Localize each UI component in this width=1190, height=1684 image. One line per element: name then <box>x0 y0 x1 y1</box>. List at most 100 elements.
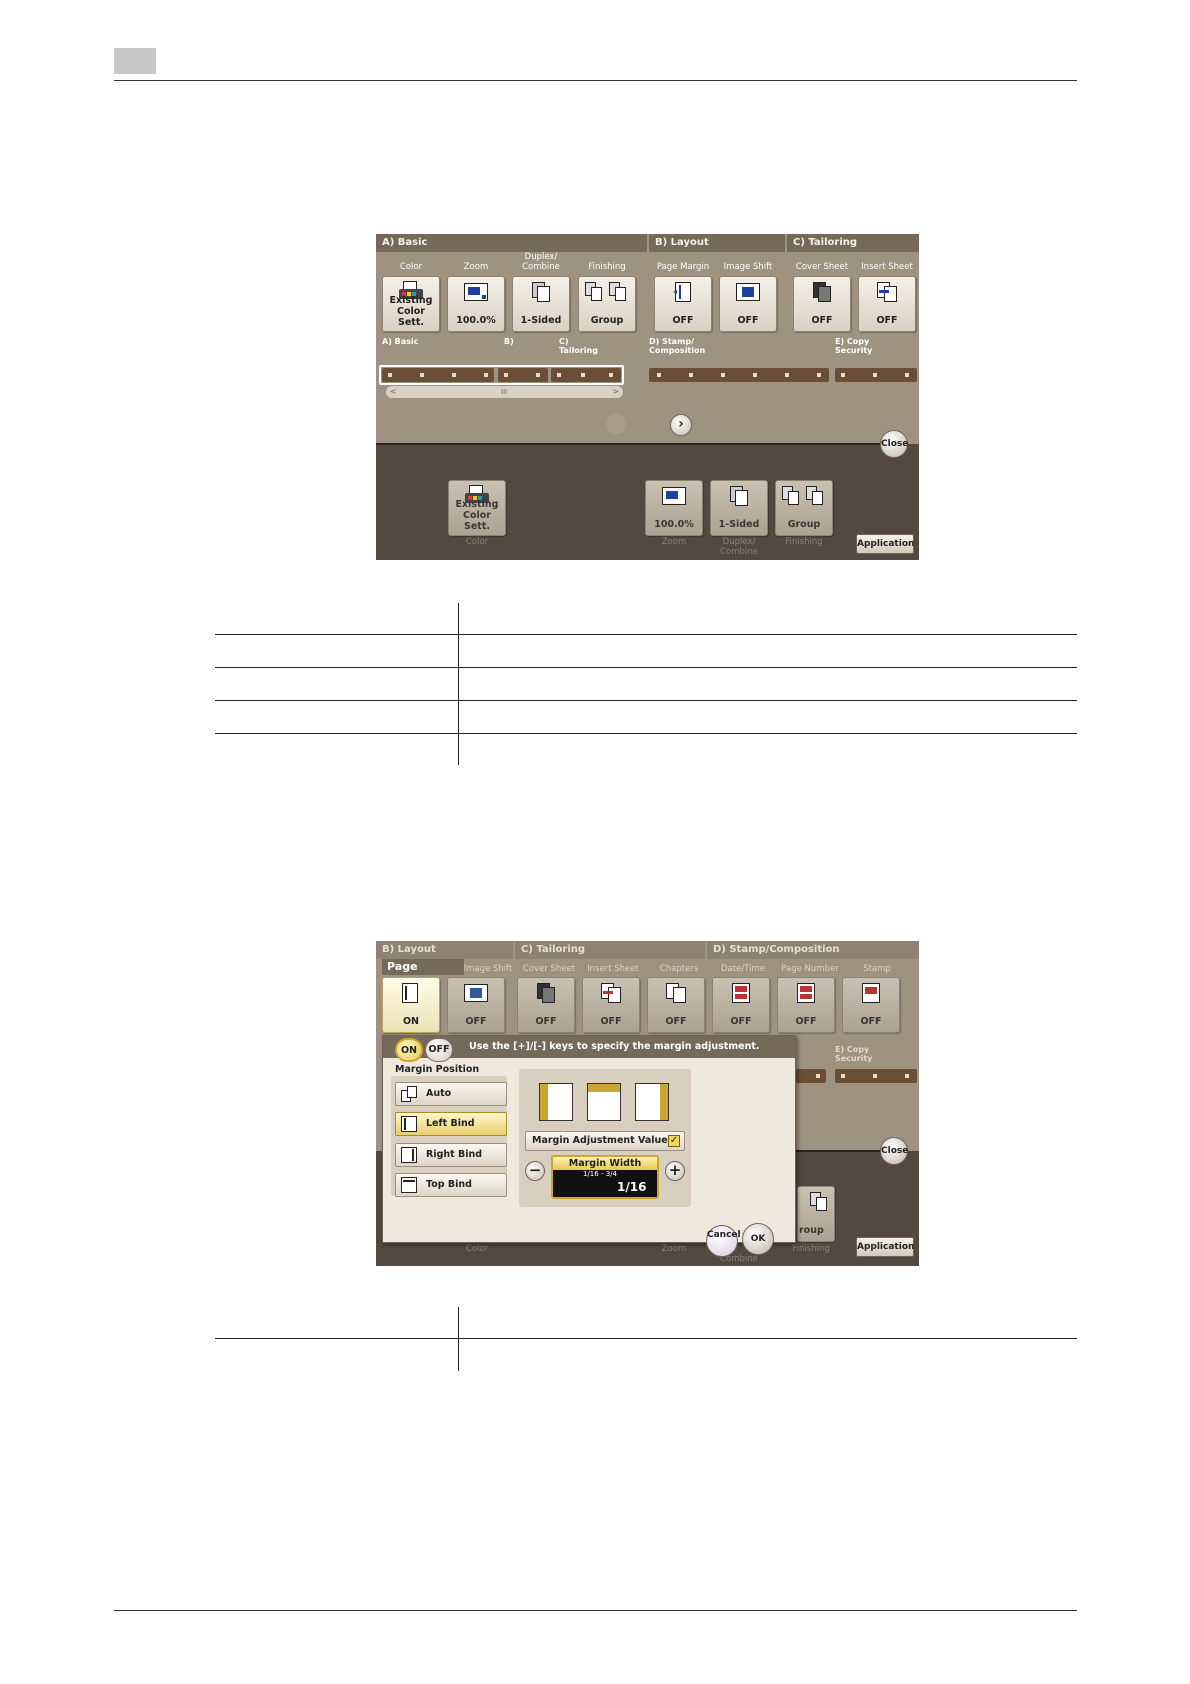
chapters-button[interactable]: OFF <box>647 977 705 1033</box>
table-row <box>215 1339 1077 1371</box>
scroll-left-icon[interactable]: < <box>390 386 397 398</box>
table-row <box>215 701 1077 734</box>
nav-bar-stamp[interactable] <box>796 1069 826 1083</box>
col-stamp: Stamp <box>863 964 891 974</box>
application-button[interactable]: Application <box>856 534 914 554</box>
margin-adjustment-value-field[interactable]: Margin Adjustment Value ✓ <box>525 1131 685 1151</box>
off-toggle[interactable]: OFF <box>425 1038 453 1062</box>
plus-button[interactable]: + <box>665 1161 685 1181</box>
col-insert-sheet: Insert Sheet <box>587 964 639 974</box>
image-shift-button[interactable]: OFF <box>447 977 505 1033</box>
section-layout-header: B) Layout <box>376 941 513 959</box>
cover-sheet-state: OFF <box>535 1016 557 1027</box>
zoom-button[interactable]: 100.0% <box>447 276 505 332</box>
section-basic-header: A) Basic <box>376 234 647 252</box>
auto-bind-icon <box>401 1086 417 1102</box>
nav-bar-copy-security[interactable] <box>835 368 917 382</box>
next-page-icon[interactable]: › <box>670 414 692 436</box>
page-number-button[interactable]: OFF <box>777 977 835 1033</box>
auto-button[interactable]: Auto <box>395 1082 507 1106</box>
col-image-shift: Image Shift <box>463 964 513 974</box>
col-date-time: Date/Time <box>721 964 765 974</box>
right-margin-diagram-icon <box>635 1083 669 1121</box>
separator-line <box>794 1150 894 1152</box>
current-duplex-label: 1-Sided <box>718 519 760 530</box>
current-finishing-tile[interactable]: Group <box>775 480 833 536</box>
page-number-state: OFF <box>795 1016 817 1027</box>
col-chapters: Chapters <box>659 964 699 974</box>
duplex-combine-button[interactable]: 1-Sided <box>512 276 570 332</box>
chapters-icon <box>664 982 688 1004</box>
top-margin-diagram-icon <box>587 1083 621 1121</box>
settings-table-2 <box>215 1307 1077 1371</box>
application-button[interactable]: Application <box>856 1237 914 1257</box>
settings-table-1 <box>215 603 1077 766</box>
finishing-button[interactable]: Group <box>578 276 636 332</box>
ok-button[interactable]: OK <box>742 1223 774 1255</box>
margin-width-range: 1/16 - 3/4 <box>583 1170 617 1178</box>
on-toggle[interactable]: ON <box>395 1038 423 1062</box>
margin-width-label: Margin Width <box>553 1157 657 1170</box>
page-margin-button-label: OFF <box>672 315 694 326</box>
cancel-button[interactable]: Cancel <box>706 1225 741 1257</box>
page-margin-dialog: ON OFF Use the [+]/[-] keys to specify t… <box>382 1035 796 1243</box>
section-layout-header: B) Layout <box>649 234 785 252</box>
date-time-icon <box>729 982 753 1004</box>
stamp-icon <box>859 982 883 1004</box>
stamp-button[interactable]: OFF <box>842 977 900 1033</box>
left-bind-button[interactable]: Left Bind <box>395 1112 507 1136</box>
cover-sheet-button[interactable]: OFF <box>517 977 575 1033</box>
header-block <box>114 48 156 74</box>
nav-label-b: B) <box>504 337 514 346</box>
minus-button[interactable]: − <box>525 1161 545 1181</box>
finishing-button-label: Group <box>590 315 624 326</box>
page-margin-button[interactable]: ON <box>382 977 440 1033</box>
current-zoom-tile[interactable]: 100.0% <box>645 480 703 536</box>
checkbox-checked-icon[interactable]: ✓ <box>668 1135 680 1147</box>
scroll-right-icon[interactable]: > <box>612 386 619 398</box>
nav-bar-stamp[interactable] <box>649 368 829 382</box>
nav-scrollbar[interactable]: < III > <box>386 386 623 398</box>
nav-label-e: E) Copy Security <box>835 1045 873 1063</box>
duplex-icon <box>529 281 553 303</box>
finishing-group-icon <box>782 485 828 507</box>
nav-viewport-frame <box>379 365 624 385</box>
header-rule <box>114 80 1077 81</box>
duplex-icon <box>727 485 751 507</box>
cover-sheet-button[interactable]: OFF <box>793 276 851 332</box>
insert-sheet-button[interactable]: OFF <box>858 276 916 332</box>
color-button[interactable]: Existing Color Sett. <box>382 276 440 332</box>
scroll-thumb[interactable]: III <box>501 386 507 398</box>
nav-label-d: D) Stamp/ Composition <box>649 337 706 355</box>
margin-width-value: 1/16 <box>617 1180 647 1194</box>
insert-sheet-state: OFF <box>600 1016 622 1027</box>
close-button[interactable]: Close <box>880 430 908 458</box>
image-shift-button[interactable]: OFF <box>719 276 777 332</box>
separator-line <box>376 443 896 445</box>
current-color-tile[interactable]: Existing Color Sett. <box>448 480 506 536</box>
section-stamp-header: D) Stamp/Composition <box>707 941 919 959</box>
current-finishing-tile[interactable]: roup <box>797 1186 835 1242</box>
right-bind-button[interactable]: Right Bind <box>395 1143 507 1167</box>
caption-finishing: Finishing <box>792 1244 830 1254</box>
current-zoom-label: 100.0% <box>654 519 694 530</box>
current-finishing-label: Group <box>787 519 821 530</box>
image-shift-icon <box>464 982 488 1004</box>
nav-label-a: A) Basic <box>382 337 419 346</box>
page-margin-button[interactable]: ◂ OFF <box>654 276 712 332</box>
close-button[interactable]: Close <box>880 1137 908 1165</box>
chapters-state: OFF <box>665 1016 687 1027</box>
col-cover-sheet: Cover Sheet <box>522 964 576 974</box>
current-duplex-tile[interactable]: 1-Sided <box>710 480 768 536</box>
margin-width-display: Margin Width 1/16 - 3/4 1/16 <box>551 1155 659 1199</box>
current-color-label: Existing Color Sett. <box>455 499 499 532</box>
auto-label: Auto <box>426 1088 452 1099</box>
caption-finishing: Finishing <box>785 537 823 547</box>
insert-sheet-button[interactable]: OFF <box>582 977 640 1033</box>
cover-sheet-icon <box>810 281 834 303</box>
top-bind-button[interactable]: Top Bind <box>395 1173 507 1197</box>
nav-bar-copy-security[interactable] <box>835 1069 917 1083</box>
copy-application-screen: A) Basic B) Layout C) Tailoring Color Zo… <box>376 234 919 560</box>
caption-zoom: Zoom <box>661 537 687 547</box>
date-time-button[interactable]: OFF <box>712 977 770 1033</box>
